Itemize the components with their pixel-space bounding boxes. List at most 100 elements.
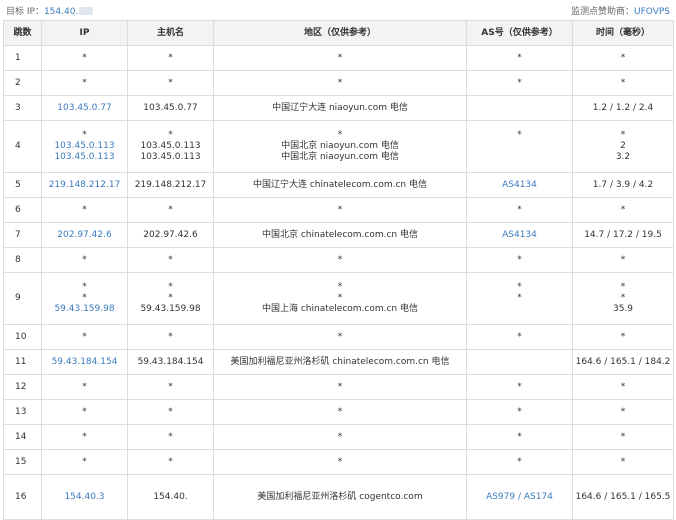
time-cell: * — [572, 449, 674, 475]
time-cell: * — [572, 197, 674, 223]
time-cell: 1.2 / 1.2 / 2.4 — [572, 95, 674, 121]
ip-cell: 202.97.42.6 — [41, 222, 128, 248]
hop-cell: 1 — [3, 45, 42, 71]
ip-value[interactable]: 154.40.3 — [43, 492, 127, 503]
host-value: 154.40. — [153, 491, 188, 502]
time-value: * — [620, 331, 626, 342]
ip-value: * — [82, 331, 87, 342]
host-value: 219.148.212.17 — [134, 179, 207, 190]
ip-value[interactable]: 219.148.212.17 — [43, 180, 127, 191]
as-cell: * — [466, 247, 573, 273]
ip-value[interactable]: 103.45.0.77 — [43, 103, 127, 114]
table-row: 14 * * * * * — [3, 424, 674, 450]
time-value: * — [620, 77, 626, 88]
host-value: 103.45.0.113 — [140, 152, 201, 162]
as-cell — [466, 95, 573, 121]
target-ip-label: 目标 IP： — [6, 6, 44, 17]
ip-cell: * — [41, 247, 128, 273]
region-value: * — [337, 406, 343, 417]
time-cell: * — [572, 247, 674, 273]
host-value: * — [168, 456, 173, 467]
host-cell: * 103.45.0.113 103.45.0.113 — [127, 120, 214, 173]
ip-cell: 59.43.184.154 — [41, 349, 128, 375]
table-row: 15 * * * * * — [3, 449, 674, 475]
as-value[interactable]: AS4134 — [468, 180, 572, 191]
table-row: 2 * * * * * — [3, 70, 674, 96]
ip-value: * — [82, 456, 87, 467]
table-row: 11 59.43.184.154 59.43.184.154 美国加利福尼亚州洛杉矶 … — [3, 349, 674, 375]
region-value: 中国辽宁大连 chinatelecom.com.cn 电信 — [252, 179, 427, 190]
region-value: * — [337, 431, 343, 442]
time-cell: 1.7 / 3.9 / 4.2 — [572, 172, 674, 198]
ip-cell: * — [41, 324, 128, 350]
hop-cell: 8 — [3, 247, 42, 273]
time-value: * — [620, 456, 626, 467]
as-cell: * — [466, 424, 573, 450]
table-row: 5 219.148.212.17 219.148.212.17 中国辽宁大连 chin… — [3, 172, 674, 198]
ip-value: * — [82, 293, 87, 303]
as-cell: * — [466, 374, 573, 400]
target-ip: 目标 IP：154.40. — [6, 4, 94, 17]
ip-cell: 219.148.212.17 — [41, 172, 128, 198]
redaction-mask — [79, 7, 94, 15]
time-value: * — [620, 130, 626, 140]
sponsor-link[interactable]: UFOVPS — [634, 7, 670, 17]
as-value: * — [517, 77, 522, 88]
host-cell: 219.148.212.17 — [127, 172, 214, 198]
hop-cell: 5 — [3, 172, 42, 198]
as-value[interactable]: AS4134 — [468, 230, 572, 241]
as-cell: AS4134 — [466, 222, 573, 248]
as-value: * — [517, 204, 522, 215]
region-cell: * — [213, 324, 467, 350]
host-value: 103.45.0.77 — [143, 102, 198, 113]
as-value: * — [517, 406, 522, 417]
as-value — [468, 103, 572, 114]
hop-cell: 2 — [3, 70, 42, 96]
as-cell: * — [466, 120, 573, 173]
time-cell: * — [572, 324, 674, 350]
ip-value: * — [82, 52, 87, 63]
table-row: 7 202.97.42.6 202.97.42.6 中国北京 chinatelecom… — [3, 222, 674, 248]
table-row: 13 * * * * * — [3, 399, 674, 425]
host-cell: * — [127, 247, 214, 273]
as-cell: * — [466, 70, 573, 96]
region-value: 美国加利福尼亚州洛杉矶 chinatelecom.com.cn 电信 — [230, 356, 450, 367]
host-cell: 103.45.0.77 — [127, 95, 214, 121]
time-cell: * * 35.9 — [572, 272, 674, 325]
ip-value[interactable]: 103.45.0.113 — [43, 152, 127, 163]
table-row: 6 * * * * * — [3, 197, 674, 223]
ip-cell: * — [41, 449, 128, 475]
host-value: * — [168, 331, 173, 342]
ip-value[interactable]: 202.97.42.6 — [43, 230, 127, 241]
table-header-row: 跳数 IP 主机名 地区（仅供参考） AS号（仅供参考） 时间（毫秒） — [3, 20, 674, 46]
ip-cell: * — [41, 197, 128, 223]
table-row: 12 * * * * * — [3, 374, 674, 400]
as-cell: * — [466, 197, 573, 223]
as-value[interactable]: AS979 / AS174 — [468, 492, 572, 503]
region-cell: 美国加利福尼亚州洛杉矶 cogentco.com — [213, 474, 467, 520]
as-value — [468, 304, 572, 315]
ip-value[interactable]: 59.43.184.154 — [43, 357, 127, 368]
host-cell: * — [127, 197, 214, 223]
host-value: * — [168, 293, 173, 303]
host-value: * — [168, 130, 173, 140]
region-cell: * — [213, 247, 467, 273]
as-value: * — [517, 282, 522, 292]
ip-value[interactable]: 103.45.0.113 — [43, 141, 127, 152]
hop-cell: 16 — [3, 474, 42, 520]
region-cell: * — [213, 399, 467, 425]
region-value: * — [337, 52, 343, 63]
ip-cell: 103.45.0.77 — [41, 95, 128, 121]
time-value: * — [620, 431, 626, 442]
host-cell: * — [127, 374, 214, 400]
host-cell: * — [127, 449, 214, 475]
ip-value: * — [82, 130, 87, 140]
ip-value[interactable]: 59.43.159.98 — [43, 304, 127, 315]
ip-cell: * — [41, 45, 128, 71]
region-value: * — [337, 456, 343, 467]
region-value: * — [337, 77, 343, 88]
as-value: * — [517, 52, 522, 63]
hop-cell: 15 — [3, 449, 42, 475]
ip-cell: * — [41, 399, 128, 425]
host-value: * — [168, 77, 173, 88]
